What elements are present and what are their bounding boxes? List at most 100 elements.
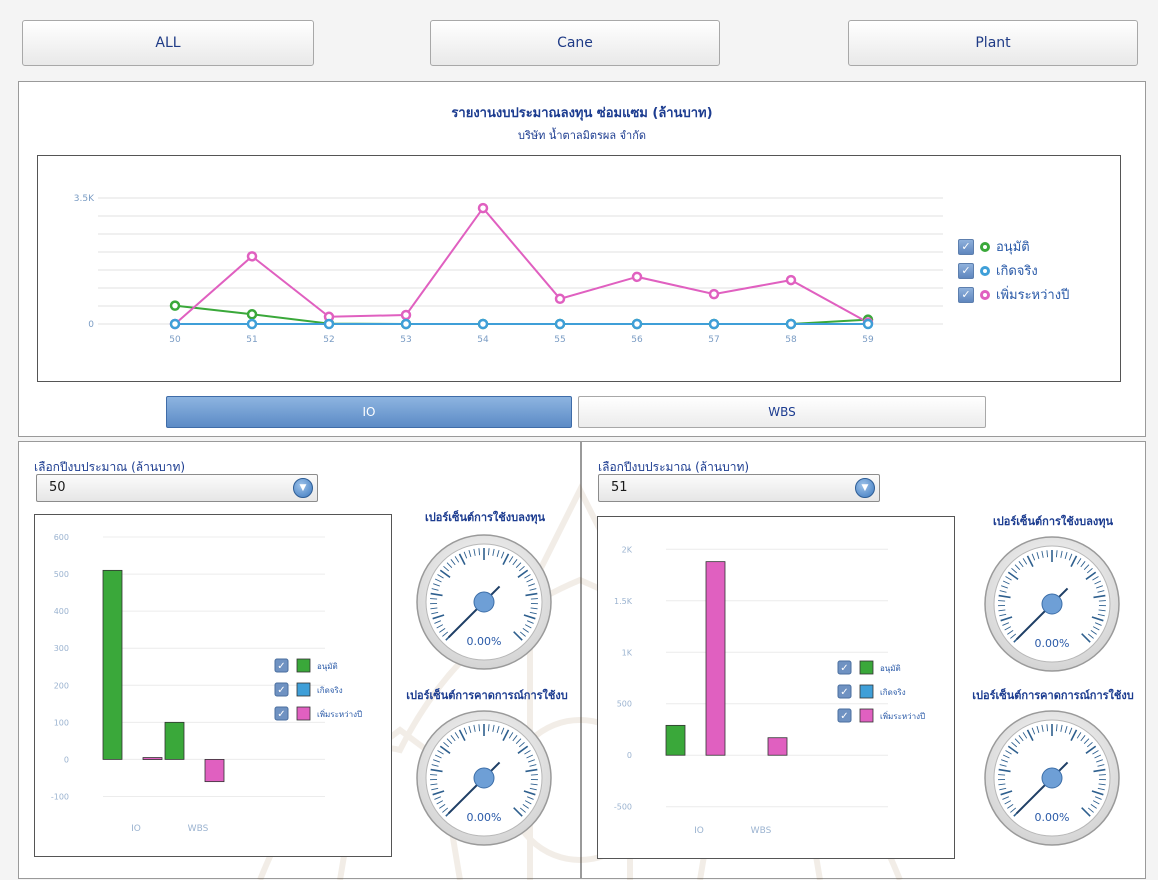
data-point	[631, 271, 643, 283]
legend-swatch	[859, 684, 874, 699]
right-gauge1-title: เปอร์เซ็นต์การใช้งบลงทุน	[993, 515, 1113, 528]
circle-marker-icon	[980, 265, 990, 276]
gauge-hub	[1041, 767, 1063, 789]
y-tick-label: 0	[627, 751, 632, 760]
data-point	[323, 318, 335, 330]
gauge-value: 0.00%	[1035, 637, 1070, 650]
y-tick-label: 200	[54, 681, 69, 690]
x-tick-label: 50	[169, 335, 181, 345]
chevron-down-icon[interactable]: ▼	[855, 478, 875, 498]
y-tick-label: 2K	[622, 545, 633, 554]
left-gauge-forecast: 0.00%	[416, 710, 552, 846]
x-tick-label: 55	[554, 335, 565, 345]
y-tick-label: -500	[614, 803, 632, 812]
y-tick-label: 500	[617, 700, 632, 709]
legend-label: เพิ่มระหว่างปี	[996, 288, 1070, 303]
data-point	[785, 274, 797, 286]
tab-cane[interactable]: Cane	[430, 20, 720, 66]
left-year-select[interactable]: 50 ▼	[36, 474, 318, 502]
data-point	[246, 251, 258, 262]
check-icon: ✓	[277, 709, 285, 720]
data-point	[400, 309, 412, 321]
x-tick-label: 52	[323, 335, 334, 345]
io-toggle-button[interactable]: IO	[166, 396, 572, 428]
x-tick-label: WBS	[188, 824, 209, 834]
data-point	[169, 318, 181, 330]
tab-all[interactable]: ALL	[22, 20, 314, 66]
y-tick-label: 1K	[622, 648, 633, 657]
y-tick-label: 1.5K	[614, 597, 633, 606]
data-point	[862, 318, 874, 330]
legend-item-added[interactable]: ✓ เพิ่มระหว่างปี	[958, 284, 1069, 305]
right-year-select-value: 51	[611, 480, 628, 495]
right-year-select[interactable]: 51 ▼	[598, 474, 880, 502]
right-gauge-usage: 0.00%	[984, 536, 1120, 672]
checkbox-icon[interactable]: ✓	[958, 238, 974, 255]
legend-label: อนุมัติ	[317, 662, 338, 671]
data-point	[477, 318, 489, 330]
bar	[705, 561, 726, 756]
data-point	[400, 318, 412, 330]
checkbox-icon[interactable]: ✓	[958, 262, 974, 279]
legend-label: เกิดจริง	[996, 264, 1038, 279]
legend-label: เพิ่มระหว่างปี	[880, 710, 925, 721]
x-tick-label: 59	[862, 335, 874, 345]
x-tick-label: 54	[477, 335, 489, 345]
data-point	[708, 318, 720, 330]
x-tick-label: 53	[400, 335, 411, 345]
check-icon: ✓	[840, 663, 848, 674]
main-chart-subtitle: บริษัท น้ำตาลมิตรผล จำกัด	[517, 129, 647, 142]
legend-swatch	[296, 658, 311, 673]
right-bar-chart: -500 0 500 1K 1.5K 2K IO WBS ✓ อนุมัติ ✓ เกิดจริง ✓ เ…	[614, 545, 925, 836]
x-tick-label: 57	[708, 335, 719, 345]
legend-item-actual[interactable]: ✓ เกิดจริง	[958, 260, 1038, 281]
x-tick-label: WBS	[751, 826, 772, 836]
x-tick-label: 51	[246, 335, 257, 345]
check-icon: ✓	[840, 687, 848, 698]
legend-label: เกิดจริง	[317, 686, 343, 695]
data-point	[477, 202, 489, 214]
chevron-down-icon[interactable]: ▼	[293, 478, 313, 498]
legend-label: เกิดจริง	[880, 688, 906, 697]
y-tick-label: 400	[54, 607, 69, 616]
bar	[142, 757, 163, 760]
gauge-value: 0.00%	[467, 635, 502, 648]
legend-swatch	[859, 708, 874, 723]
y-tick-label: 300	[54, 644, 69, 653]
bar	[767, 737, 788, 756]
circle-marker-icon	[980, 289, 990, 300]
legend-item-approved[interactable]: ✓ อนุมัติ	[958, 236, 1030, 257]
main-chart-panel: รายงานงบประมาณลงทุน ซ่อมแซม (ล้านบาท) บร…	[18, 81, 1146, 437]
gauge-hub	[473, 767, 495, 789]
gauge-value: 0.00%	[467, 811, 502, 824]
bar	[164, 721, 185, 760]
legend-label: เพิ่มระหว่างปี	[317, 708, 362, 719]
series-line	[174, 206, 869, 325]
data-point	[169, 300, 181, 311]
left-year-select-value: 50	[49, 480, 66, 495]
gauge-value: 0.00%	[1035, 811, 1070, 824]
x-tick-label: IO	[694, 826, 704, 836]
left-bar-chart-area: -100 0 100 200 300 400 500 600 IO WBS ✓ อนุมัติ ✓ เกิ…	[34, 514, 392, 857]
legend-swatch	[296, 706, 311, 721]
bar	[102, 569, 123, 760]
wbs-toggle-button[interactable]: WBS	[578, 396, 986, 428]
bar	[204, 758, 225, 783]
main-chart-area: 0 3.5K 50 51 52 53 54 55 56 57 58 59 ✓ อนุมัติ ✓ เก…	[37, 155, 1121, 382]
right-bar-chart-area: -500 0 500 1K 1.5K 2K IO WBS ✓ อนุมัติ ✓ เกิดจริง ✓ เ…	[597, 516, 955, 859]
checkbox-icon[interactable]: ✓	[958, 286, 974, 303]
left-gauge2-title: เปอร์เซ็นต์การคาดการณ์การใช้งบ	[406, 689, 568, 702]
tab-plant[interactable]: Plant	[848, 20, 1138, 66]
legend-label: อนุมัติ	[880, 664, 901, 673]
data-point	[554, 293, 566, 305]
y-tick-label: 600	[54, 533, 69, 542]
y-tick-label: -100	[51, 792, 69, 801]
gauge-hub	[1041, 593, 1063, 615]
right-gauge-forecast: 0.00%	[984, 710, 1120, 846]
gauge-hub	[473, 591, 495, 613]
check-icon: ✓	[277, 685, 285, 696]
legend-swatch	[859, 660, 874, 675]
y-tick-label: 0	[88, 320, 94, 330]
check-icon: ✓	[277, 661, 285, 672]
x-tick-label: IO	[131, 824, 141, 834]
